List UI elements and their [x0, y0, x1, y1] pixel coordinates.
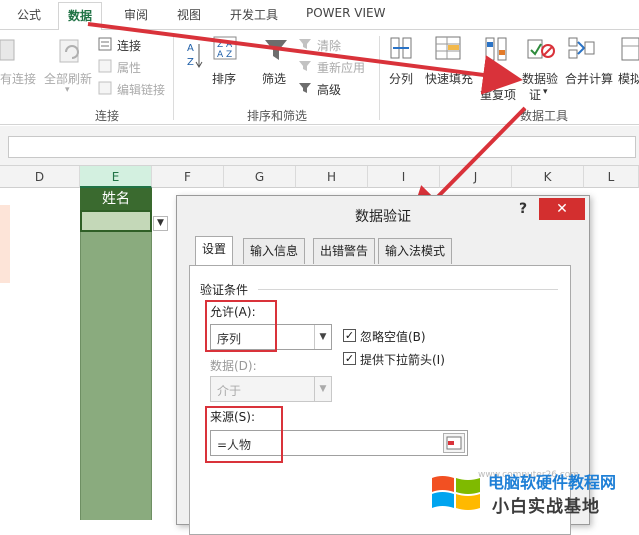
- data-select[interactable]: 介于 ▼: [210, 376, 332, 402]
- ignore-blank-checkbox[interactable]: ✓: [343, 329, 356, 342]
- tab-ime-mode[interactable]: 输入法模式: [378, 238, 453, 264]
- allow-highlight-box: [205, 300, 277, 352]
- tab-input-message[interactable]: 输入信息: [243, 238, 306, 264]
- section-divider: [258, 289, 558, 290]
- chevron-down-icon: ▼: [314, 325, 331, 349]
- source-highlight-box: [205, 406, 283, 463]
- close-button[interactable]: ✕: [539, 198, 585, 220]
- data-select-value: 介于: [217, 384, 242, 398]
- help-icon[interactable]: ?: [519, 201, 527, 217]
- watermark-title: 电脑软硬件教程网: [488, 473, 617, 492]
- range-selector-icon: [446, 436, 462, 450]
- show-dropdown-checkbox[interactable]: ✓: [343, 352, 356, 365]
- tab-settings[interactable]: 设置: [195, 236, 234, 266]
- data-label: 数据(D):: [210, 359, 257, 373]
- dialog-title: 数据验证: [355, 209, 411, 225]
- watermark-subtitle: 小白实战基地: [492, 497, 600, 517]
- section-title: 验证条件: [200, 283, 249, 297]
- tab-error-alert[interactable]: 出错警告: [313, 238, 376, 264]
- range-selector-button[interactable]: [443, 433, 465, 453]
- chevron-down-icon: ▼: [314, 377, 331, 401]
- ignore-blank-label: 忽略空值(B): [360, 330, 426, 344]
- windows-logo-icon: [432, 476, 480, 510]
- show-dropdown-label: 提供下拉箭头(I): [360, 353, 445, 367]
